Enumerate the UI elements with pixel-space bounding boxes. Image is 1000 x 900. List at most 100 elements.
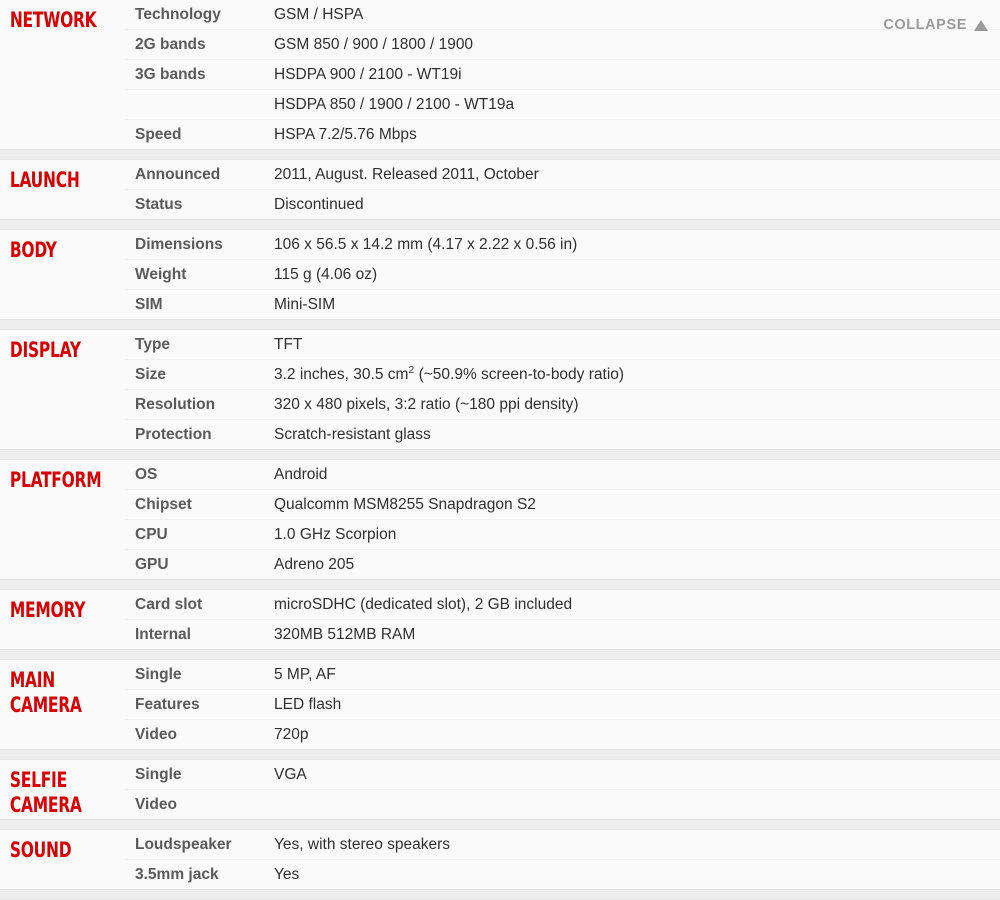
spec-value: 5 MP, AF <box>274 666 336 683</box>
spec-label: Single <box>135 666 182 683</box>
section-title: MEMORY <box>9 598 86 622</box>
spec-label: OS <box>135 466 158 483</box>
spec-row: Type TFT <box>125 330 1000 359</box>
spec-row: Video 720p <box>125 719 1000 749</box>
spec-row: Internal 320MB 512MB RAM <box>125 619 1000 649</box>
spec-value: microSDHC (dedicated slot), 2 GB include… <box>274 596 573 613</box>
spec-label: Card slot <box>135 596 203 613</box>
spec-label: 3.5mm jack <box>135 866 219 883</box>
spec-label: Status <box>135 196 183 213</box>
section-rows: Type TFT Size 3.2 inches, 30.5 cm2 (~50.9% … <box>125 330 1000 449</box>
spec-value: GSM 850 / 900 / 1800 / 1900 <box>274 36 474 53</box>
spec-value: Qualcomm MSM8255 Snapdragon S2 <box>274 496 536 513</box>
spec-row: Technology GSM / HSPA <box>125 0 1000 29</box>
spec-section-display: DISPLAY Type TFT Size 3.2 inches, 30.5 cm2 (… <box>0 330 1000 449</box>
spec-row: Speed HSPA 7.2/5.76 Mbps <box>125 119 1000 149</box>
spec-label: Announced <box>135 166 221 183</box>
spec-label: 3G bands <box>135 66 206 83</box>
spec-value: Android <box>274 466 328 483</box>
spec-row: Dimensions 106 x 56.5 x 14.2 mm (4.17 x 2… <box>125 230 1000 259</box>
spec-row: Loudspeaker Yes, with stereo speakers <box>125 830 1000 859</box>
spec-value: LED flash <box>274 696 342 713</box>
spec-row: 3G bands HSDPA 900 / 2100 - WT19i <box>125 59 1000 89</box>
spec-label: Weight <box>135 266 187 283</box>
spec-value: 3.2 inches, 30.5 cm2 (~50.9% screen-to-b… <box>274 363 625 383</box>
phone-specifications-table: COLLAPSE NETWORK Technology GSM / HSPA 2G b… <box>0 0 1000 900</box>
section-title: SELFIE CAMERA <box>9 768 82 817</box>
spec-row: Single 5 MP, AF <box>125 660 1000 689</box>
spec-row: Video <box>125 789 1000 819</box>
spec-value: HSDPA 900 / 2100 - WT19i <box>274 66 462 83</box>
spec-row: Size 3.2 inches, 30.5 cm2 (~50.9% screen-… <box>125 359 1000 389</box>
spec-row: OS Android <box>125 460 1000 489</box>
spec-value: Yes <box>274 866 300 883</box>
section-title: DISPLAY <box>9 338 81 362</box>
spec-row: Resolution 320 x 480 pixels, 3:2 ratio (~… <box>125 389 1000 419</box>
section-separator <box>0 219 1000 230</box>
spec-row: 2G bands GSM 850 / 900 / 1800 / 1900 <box>125 29 1000 59</box>
section-separator <box>0 889 1000 900</box>
spec-label: Features <box>135 696 200 713</box>
spec-value: VGA <box>274 766 307 783</box>
section-rows: Technology GSM / HSPA 2G bands GSM 850 / 90… <box>125 0 1000 149</box>
collapse-label: COLLAPSE <box>883 17 967 33</box>
spec-value: Adreno 205 <box>274 556 355 573</box>
spec-row: Announced 2011, August. Released 2011, Oc… <box>125 160 1000 189</box>
spec-section-network: NETWORK Technology GSM / HSPA 2G bands GSM 8… <box>0 0 1000 149</box>
section-title: MAIN CAMERA <box>9 668 82 717</box>
spec-label: Loudspeaker <box>135 836 232 853</box>
spec-label: GPU <box>135 556 169 573</box>
spec-value: 115 g (4.06 oz) <box>274 266 378 283</box>
section-rows: Loudspeaker Yes, with stereo speakers 3.5m… <box>125 830 1000 889</box>
spec-label: Chipset <box>135 496 192 513</box>
spec-value: Scratch-resistant glass <box>274 426 431 443</box>
spec-value: 320 x 480 pixels, 3:2 ratio (~180 ppi de… <box>274 396 579 413</box>
spec-label: 2G bands <box>135 36 206 53</box>
spec-value: 320MB 512MB RAM <box>274 626 416 643</box>
section-separator <box>0 449 1000 460</box>
triangle-up-icon <box>974 19 988 31</box>
section-separator <box>0 579 1000 590</box>
spec-row: Chipset Qualcomm MSM8255 Snapdragon S2 <box>125 489 1000 519</box>
spec-label: Single <box>135 766 182 783</box>
section-title: BODY <box>9 238 57 262</box>
spec-section-memory: MEMORY Card slot microSDHC (dedicated slot… <box>0 590 1000 649</box>
spec-row: Weight 115 g (4.06 oz) <box>125 259 1000 289</box>
section-rows: Dimensions 106 x 56.5 x 14.2 mm (4.17 x 2… <box>125 230 1000 319</box>
spec-section-main-camera: MAIN CAMERA Single 5 MP, AF Features LED fla… <box>0 660 1000 749</box>
section-rows: Single VGA Video <box>125 760 1000 819</box>
spec-label: Resolution <box>135 396 216 413</box>
section-separator <box>0 149 1000 160</box>
spec-value: 1.0 GHz Scorpion <box>274 526 397 543</box>
spec-row: Single VGA <box>125 760 1000 789</box>
spec-label: CPU <box>135 526 168 543</box>
section-rows: Card slot microSDHC (dedicated slot), 2 G… <box>125 590 1000 649</box>
spec-value: 106 x 56.5 x 14.2 mm (4.17 x 2.22 x 0.56… <box>274 236 578 253</box>
section-rows: Single 5 MP, AF Features LED flash Video 720p <box>125 660 1000 749</box>
collapse-button[interactable]: COLLAPSE <box>883 17 988 33</box>
spec-value: Yes, with stereo speakers <box>274 836 451 853</box>
section-title: PLATFORM <box>9 468 102 492</box>
spec-label: Size <box>135 366 167 383</box>
spec-row: Card slot microSDHC (dedicated slot), 2 G… <box>125 590 1000 619</box>
spec-row: Features LED flash <box>125 689 1000 719</box>
spec-value: Discontinued <box>274 196 364 213</box>
spec-section-body: BODY Dimensions 106 x 56.5 x 14.2 mm (4.17… <box>0 230 1000 319</box>
section-rows: OS Android Chipset Qualcomm MSM8255 Snapdra… <box>125 460 1000 579</box>
spec-label: Video <box>135 796 177 813</box>
spec-value: Mini-SIM <box>274 296 336 313</box>
spec-label: Speed <box>135 126 182 143</box>
spec-row: SIM Mini-SIM <box>125 289 1000 319</box>
section-separator <box>0 749 1000 760</box>
spec-section-platform: PLATFORM OS Android Chipset Qualcomm MSM8255… <box>0 460 1000 579</box>
spec-label: Internal <box>135 626 191 643</box>
section-title: NETWORK <box>9 8 97 32</box>
spec-row: Protection Scratch-resistant glass <box>125 419 1000 449</box>
spec-value: HSDPA 850 / 1900 / 2100 - WT19a <box>274 96 515 113</box>
spec-row: 3.5mm jack Yes <box>125 859 1000 889</box>
spec-label: Technology <box>135 6 221 23</box>
spec-label: SIM <box>135 296 163 313</box>
spec-value: 720p <box>274 726 309 743</box>
spec-value <box>270 790 1000 800</box>
spec-label <box>125 90 270 100</box>
